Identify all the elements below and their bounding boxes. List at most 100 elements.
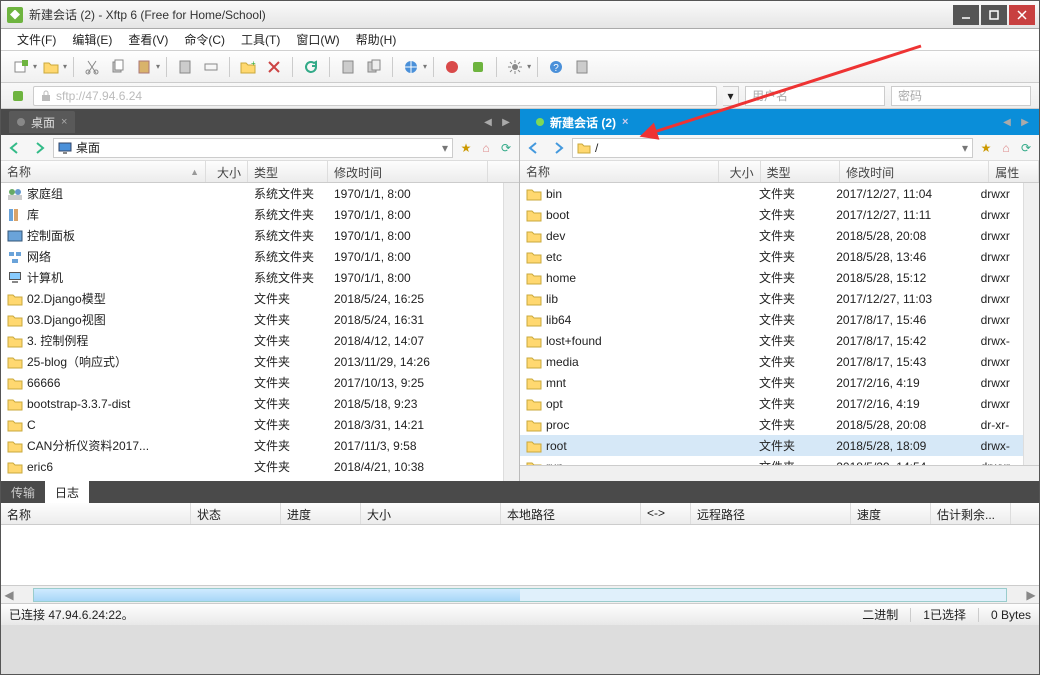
table-row[interactable]: 网络系统文件夹1970/1/1, 8:00 [1, 246, 503, 267]
transfer-icon[interactable] [336, 55, 360, 79]
remote-path-field[interactable]: / ▾ [572, 138, 973, 158]
settings-icon[interactable] [503, 55, 527, 79]
scrollbar[interactable]: ◀ ▶ [1, 585, 1039, 603]
globe-icon[interactable] [399, 55, 423, 79]
bookmark-icon[interactable]: ★ [457, 139, 475, 157]
delete-icon[interactable] [262, 55, 286, 79]
col-name[interactable]: 名称 [520, 161, 719, 182]
table-row[interactable]: media文件夹2017/8/17, 15:43drwxr [520, 351, 1023, 372]
refresh-icon[interactable] [299, 55, 323, 79]
remote-file-list[interactable]: bin文件夹2017/12/27, 11:04drwxrboot文件夹2017/… [520, 183, 1023, 465]
address-field[interactable]: sftp://47.94.6.24 [33, 86, 717, 106]
col-attr[interactable]: 属性 [989, 161, 1039, 182]
local-file-list[interactable]: 家庭组系统文件夹1970/1/1, 8:00库系统文件夹1970/1/1, 8:… [1, 183, 503, 481]
scrollbar[interactable] [520, 465, 1039, 481]
menu-file[interactable]: 文件(F) [9, 31, 64, 48]
forward-button[interactable] [29, 138, 49, 158]
xcol-name[interactable]: 名称 [1, 503, 191, 524]
table-row[interactable]: 家庭组系统文件夹1970/1/1, 8:00 [1, 183, 503, 204]
col-size[interactable]: 大小 [206, 161, 248, 182]
dropdown-icon[interactable]: ▾ [63, 62, 67, 71]
dropdown-icon[interactable]: ▾ [527, 62, 531, 71]
col-type[interactable]: 类型 [248, 161, 328, 182]
xcol-direction[interactable]: <-> [641, 503, 691, 524]
table-row[interactable]: 库系统文件夹1970/1/1, 8:00 [1, 204, 503, 225]
table-row[interactable]: 02.Django模型文件夹2018/5/24, 16:25 [1, 288, 503, 309]
back-button[interactable] [524, 138, 544, 158]
table-row[interactable]: bin文件夹2017/12/27, 11:04drwxr [520, 183, 1023, 204]
about-icon[interactable] [570, 55, 594, 79]
table-row[interactable]: run文件夹2018/5/29, 14:54drwxr [520, 456, 1023, 465]
table-row[interactable]: dev文件夹2018/5/28, 20:08drwxr [520, 225, 1023, 246]
xcol-eta[interactable]: 估计剩余... [931, 503, 1011, 524]
back-button[interactable] [5, 138, 25, 158]
cut-icon[interactable] [80, 55, 104, 79]
col-mtime[interactable]: 修改时间 [328, 161, 488, 182]
properties-icon[interactable] [173, 55, 197, 79]
paste-icon[interactable] [132, 55, 156, 79]
table-row[interactable]: CAN分析仪资料2017...文件夹2017/11/3, 9:58 [1, 435, 503, 456]
title-bar[interactable]: 新建会话 (2) - Xftp 6 (Free for Home/School) [1, 1, 1039, 29]
table-row[interactable]: bootstrap-3.3.7-dist文件夹2018/5/18, 9:23 [1, 393, 503, 414]
table-row[interactable]: opt文件夹2017/2/16, 4:19drwxr [520, 393, 1023, 414]
tab-prev-icon[interactable]: ◀ [999, 114, 1015, 130]
tab-next-icon[interactable]: ▶ [1017, 114, 1033, 130]
menu-view[interactable]: 查看(V) [120, 31, 176, 48]
xcol-status[interactable]: 状态 [191, 503, 281, 524]
tab-prev-icon[interactable]: ◀ [480, 114, 496, 130]
menu-window[interactable]: 窗口(W) [288, 31, 347, 48]
close-icon[interactable]: × [622, 116, 628, 128]
close-icon[interactable]: × [61, 116, 67, 128]
forward-button[interactable] [548, 138, 568, 158]
transfer-list[interactable] [1, 525, 1039, 585]
help-icon[interactable]: ? [544, 55, 568, 79]
table-row[interactable]: C文件夹2018/3/31, 14:21 [1, 414, 503, 435]
username-field[interactable]: 用户名 [745, 86, 885, 106]
dropdown-icon[interactable]: ▾ [156, 62, 160, 71]
tab-local-desktop[interactable]: 桌面 × [9, 111, 75, 133]
table-row[interactable]: mnt文件夹2017/2/16, 4:19drwxr [520, 372, 1023, 393]
copy-icon[interactable] [106, 55, 130, 79]
xcol-size[interactable]: 大小 [361, 503, 501, 524]
bookmark-icon[interactable]: ★ [977, 139, 995, 157]
col-name[interactable]: 名称 ▲ [1, 161, 206, 182]
menu-help[interactable]: 帮助(H) [348, 31, 405, 48]
tab-transfer[interactable]: 传输 [1, 484, 45, 501]
minimize-button[interactable] [953, 5, 979, 25]
open-session-icon[interactable] [39, 55, 63, 79]
table-row[interactable]: home文件夹2018/5/28, 15:12drwxr [520, 267, 1023, 288]
scrollbar[interactable] [503, 183, 519, 481]
menu-edit[interactable]: 编辑(E) [64, 31, 120, 48]
table-row[interactable]: 控制面板系统文件夹1970/1/1, 8:00 [1, 225, 503, 246]
menu-command[interactable]: 命令(C) [176, 31, 233, 48]
chevron-down-icon[interactable]: ▾ [962, 141, 968, 155]
password-field[interactable]: 密码 [891, 86, 1031, 106]
maximize-button[interactable] [981, 5, 1007, 25]
dropdown-icon[interactable]: ▾ [33, 62, 37, 71]
address-drop-icon[interactable]: ▾ [723, 86, 739, 106]
table-row[interactable]: 25-blog（响应式）文件夹2013/11/29, 14:26 [1, 351, 503, 372]
table-row[interactable]: proc文件夹2018/5/28, 20:08dr-xr- [520, 414, 1023, 435]
dropdown-icon[interactable]: ▾ [423, 62, 427, 71]
xcol-localpath[interactable]: 本地路径 [501, 503, 641, 524]
close-button[interactable] [1009, 5, 1035, 25]
table-row[interactable]: 66666文件夹2017/10/13, 9:25 [1, 372, 503, 393]
new-folder-icon[interactable]: + [236, 55, 260, 79]
reconnect-icon[interactable] [466, 55, 490, 79]
menu-tools[interactable]: 工具(T) [233, 31, 288, 48]
col-size[interactable]: 大小 [719, 161, 761, 182]
chevron-down-icon[interactable]: ▾ [442, 141, 448, 155]
xcol-progress[interactable]: 进度 [281, 503, 361, 524]
xcol-remotepath[interactable]: 远程路径 [691, 503, 851, 524]
home-icon[interactable]: ⌂ [997, 139, 1015, 157]
table-row[interactable]: 03.Django视图文件夹2018/5/24, 16:31 [1, 309, 503, 330]
col-type[interactable]: 类型 [761, 161, 841, 182]
table-row[interactable]: boot文件夹2017/12/27, 11:11drwxr [520, 204, 1023, 225]
table-row[interactable]: lib64文件夹2017/8/17, 15:46drwxr [520, 309, 1023, 330]
queue-icon[interactable] [362, 55, 386, 79]
table-row[interactable]: etc文件夹2018/5/28, 13:46drwxr [520, 246, 1023, 267]
table-row[interactable]: 3. 控制例程文件夹2018/4/12, 14:07 [1, 330, 503, 351]
tab-log[interactable]: 日志 [45, 481, 89, 503]
col-mtime[interactable]: 修改时间 [840, 161, 989, 182]
local-path-field[interactable]: 桌面 ▾ [53, 138, 453, 158]
